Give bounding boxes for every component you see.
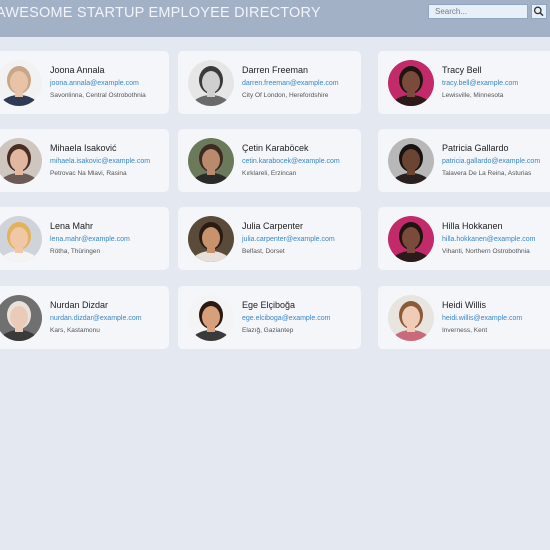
employee-name: Nurdan Dizdar <box>50 300 109 310</box>
app-header: AWESOME STARTUP EMPLOYEE DIRECTORY <box>0 0 550 37</box>
employee-location: City Of London, Herefordshire <box>242 92 329 99</box>
search-button[interactable] <box>531 4 547 19</box>
employee-card[interactable]: Hilla Hokkanen hilla.hokkanen@example.com… <box>378 207 550 270</box>
employee-card[interactable]: Nurdan Dizdar nurdan.dizdar@example.com Ka… <box>0 286 169 349</box>
avatar <box>388 295 434 341</box>
employee-location: Petrovac Na Mlavi, Rasina <box>50 170 127 177</box>
page-title: AWESOME STARTUP EMPLOYEE DIRECTORY <box>0 5 321 21</box>
employee-email[interactable]: tracy.bell@example.com <box>442 80 518 87</box>
magnifier-icon <box>533 6 544 17</box>
employee-email[interactable]: mihaela.isakovic@example.com <box>50 158 150 165</box>
avatar <box>0 138 42 184</box>
employee-name: Hilla Hokkanen <box>442 221 503 231</box>
avatar <box>388 216 434 262</box>
employee-name: Mihaela Isaković <box>50 143 117 153</box>
employee-location: Vihanti, Northern Ostrobothnia <box>442 248 530 255</box>
search-input[interactable] <box>428 4 528 19</box>
employee-card[interactable]: Julia Carpenter julia.carpenter@example.c… <box>178 207 361 270</box>
avatar <box>388 138 434 184</box>
employee-location: Elazığ, Gaziantep <box>242 327 294 334</box>
employee-location: Kars, Kastamonu <box>50 327 100 334</box>
employee-name: Darren Freeman <box>242 65 309 75</box>
employee-location: Savonlinna, Central Ostrobothnia <box>50 92 146 99</box>
employee-location: Rötha, Thüringen <box>50 248 101 255</box>
employee-email[interactable]: nurdan.dizdar@example.com <box>50 315 142 322</box>
employee-name: Lena Mahr <box>50 221 94 231</box>
avatar <box>188 60 234 106</box>
employee-card[interactable]: Lena Mahr lena.mahr@example.com Rötha, Thü… <box>0 207 169 270</box>
employee-email[interactable]: patricia.gallardo@example.com <box>442 158 540 165</box>
employee-name: Ege Elçiboğa <box>242 300 296 310</box>
employee-email[interactable]: hilla.hokkanen@example.com <box>442 236 536 243</box>
avatar <box>188 216 234 262</box>
avatar <box>0 216 42 262</box>
avatar <box>0 295 42 341</box>
employee-card[interactable]: Joona Annala joona.annala@example.com Savo… <box>0 51 169 114</box>
employee-location: Talavera De La Reina, Asturias <box>442 170 532 177</box>
employee-name: Patricia Gallardo <box>442 143 509 153</box>
employee-email[interactable]: julia.carpenter@example.com <box>242 236 335 243</box>
employee-email[interactable]: lena.mahr@example.com <box>50 236 130 243</box>
employee-email[interactable]: heidi.willis@example.com <box>442 315 522 322</box>
employee-location: Lewisville, Minnesota <box>442 92 504 99</box>
employee-card[interactable]: Darren Freeman darren.freeman@example.com… <box>178 51 361 114</box>
employee-name: Heidi Willis <box>442 300 487 310</box>
employee-location: Belfast, Dorset <box>242 248 285 255</box>
employee-name: Çetin Karaböcek <box>242 143 309 153</box>
avatar <box>388 60 434 106</box>
employee-name: Tracy Bell <box>442 65 482 75</box>
employee-email[interactable]: ege.elciboga@example.com <box>242 315 330 322</box>
employee-card[interactable]: Ege Elçiboğa ege.elciboga@example.com Elaz… <box>178 286 361 349</box>
avatar <box>188 295 234 341</box>
employee-card[interactable]: Heidi Willis heidi.willis@example.com Inve… <box>378 286 550 349</box>
employee-name: Joona Annala <box>50 65 105 75</box>
avatar <box>0 60 42 106</box>
employee-location: Inverness, Kent <box>442 327 488 334</box>
employee-card[interactable]: Mihaela Isaković mihaela.isakovic@example… <box>0 129 169 192</box>
employee-email[interactable]: darren.freeman@example.com <box>242 80 339 87</box>
employee-email[interactable]: cetin.karabocek@example.com <box>242 158 340 165</box>
avatar <box>188 138 234 184</box>
employee-card[interactable]: Tracy Bell tracy.bell@example.com Lewisvil… <box>378 51 550 114</box>
employee-name: Julia Carpenter <box>242 221 304 231</box>
employee-card[interactable]: Çetin Karaböcek cetin.karabocek@example.c… <box>178 129 361 192</box>
employee-location: Kırklareli, Erzincan <box>242 170 297 177</box>
employee-email[interactable]: joona.annala@example.com <box>50 80 139 87</box>
employee-card[interactable]: Patricia Gallardo patricia.gallardo@examp… <box>378 129 550 192</box>
